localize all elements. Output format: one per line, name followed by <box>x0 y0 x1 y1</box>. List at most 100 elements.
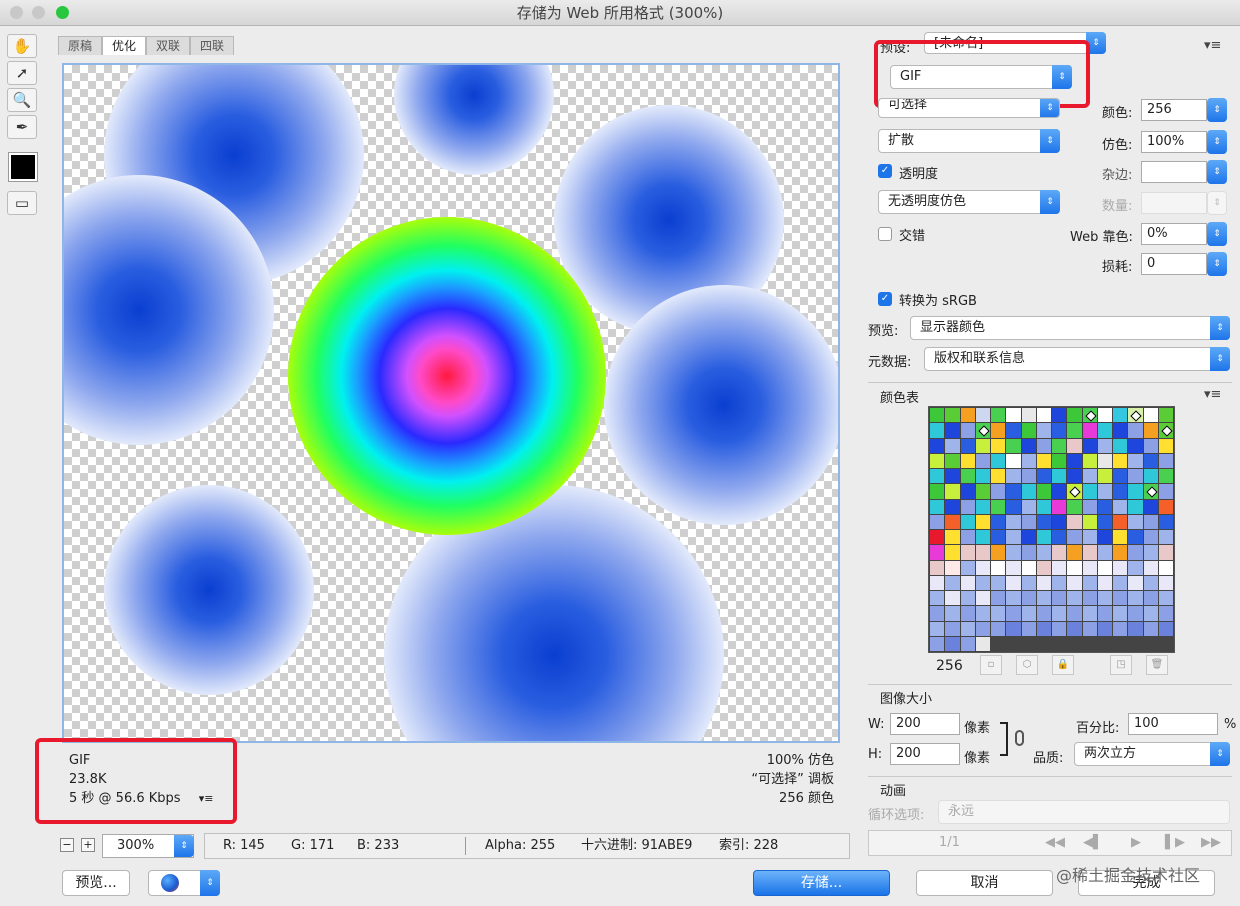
palette-color-cell[interactable] <box>1006 530 1021 545</box>
palette-color-cell[interactable] <box>991 484 1006 499</box>
palette-color-cell[interactable] <box>1158 469 1173 484</box>
palette-color-cell[interactable] <box>991 560 1006 575</box>
palette-color-cell[interactable] <box>1021 575 1036 590</box>
palette-color-cell[interactable] <box>1036 469 1051 484</box>
palette-color-cell[interactable] <box>1128 621 1143 636</box>
transparency-checkbox[interactable]: ✓ <box>878 164 892 178</box>
palette-color-cell[interactable] <box>1021 484 1036 499</box>
preview-select[interactable]: 显示器颜色 ⇕ <box>910 316 1230 340</box>
preview-in-browser-button[interactable]: 预览... <box>62 870 130 896</box>
palette-color-cell[interactable] <box>991 545 1006 560</box>
palette-color-cell[interactable] <box>945 408 960 423</box>
palette-color-cell[interactable] <box>960 530 975 545</box>
eyedropper-color-swatch[interactable] <box>8 152 38 182</box>
palette-color-cell[interactable] <box>1082 591 1097 606</box>
palette-color-cell[interactable] <box>991 530 1006 545</box>
image-preview-canvas[interactable] <box>62 63 840 743</box>
palette-color-cell[interactable] <box>1113 560 1128 575</box>
map-transparent-icon[interactable]: ▫ <box>980 655 1002 675</box>
palette-color-cell[interactable] <box>1128 530 1143 545</box>
palette-color-cell[interactable] <box>930 438 945 453</box>
palette-color-cell[interactable] <box>975 423 990 438</box>
web-shift-icon[interactable]: ⬡ <box>1016 655 1038 675</box>
reduction-select[interactable]: 可选择 ⇕ <box>878 98 1060 118</box>
palette-color-cell[interactable] <box>1036 499 1051 514</box>
palette-color-cell[interactable] <box>1143 469 1158 484</box>
palette-color-cell[interactable] <box>1052 591 1067 606</box>
palette-color-cell[interactable] <box>1036 484 1051 499</box>
palette-color-cell[interactable] <box>1097 453 1112 468</box>
palette-color-cell[interactable] <box>975 514 990 529</box>
palette-color-cell[interactable] <box>1082 423 1097 438</box>
palette-color-cell[interactable] <box>1113 423 1128 438</box>
palette-color-cell[interactable] <box>945 499 960 514</box>
palette-color-cell[interactable] <box>1067 499 1082 514</box>
palette-color-cell[interactable] <box>991 606 1006 621</box>
palette-color-cell[interactable] <box>991 408 1006 423</box>
palette-color-cell[interactable] <box>1021 423 1036 438</box>
palette-color-cell[interactable] <box>1052 575 1067 590</box>
palette-color-cell[interactable] <box>1052 560 1067 575</box>
palette-color-cell[interactable] <box>991 438 1006 453</box>
palette-color-cell[interactable] <box>1036 408 1051 423</box>
palette-color-cell[interactable] <box>960 575 975 590</box>
zoom-level-select[interactable]: 300% ⇕ <box>102 834 194 858</box>
palette-color-cell[interactable] <box>1082 530 1097 545</box>
palette-color-cell[interactable] <box>1113 621 1128 636</box>
palette-color-cell[interactable] <box>1006 560 1021 575</box>
palette-color-cell[interactable] <box>1113 591 1128 606</box>
palette-color-cell[interactable] <box>1128 423 1143 438</box>
palette-color-cell[interactable] <box>975 453 990 468</box>
palette-color-cell[interactable] <box>930 408 945 423</box>
palette-color-cell[interactable] <box>960 499 975 514</box>
palette-color-cell[interactable] <box>1052 453 1067 468</box>
palette-color-cell[interactable] <box>975 636 990 651</box>
palette-color-cell[interactable] <box>975 408 990 423</box>
palette-color-cell[interactable] <box>1143 423 1158 438</box>
palette-color-cell[interactable] <box>1021 530 1036 545</box>
palette-color-cell[interactable] <box>1036 545 1051 560</box>
lossy-stepper-icon[interactable]: ⇕ <box>1207 252 1227 276</box>
dither-algorithm-select[interactable]: 扩散 ⇕ <box>878 129 1060 153</box>
palette-color-cell[interactable] <box>1082 621 1097 636</box>
palette-color-cell[interactable] <box>1128 514 1143 529</box>
palette-color-cell[interactable] <box>1006 545 1021 560</box>
palette-color-cell[interactable] <box>1143 606 1158 621</box>
websnap-input[interactable]: 0% <box>1141 223 1207 245</box>
palette-color-cell[interactable] <box>1143 408 1158 423</box>
palette-color-cell[interactable] <box>1006 621 1021 636</box>
palette-color-cell[interactable] <box>1036 514 1051 529</box>
tab-4-up[interactable]: 四联 <box>190 36 235 55</box>
palette-color-cell[interactable] <box>930 514 945 529</box>
palette-color-cell[interactable] <box>1082 560 1097 575</box>
palette-color-cell[interactable] <box>1128 591 1143 606</box>
palette-color-cell[interactable] <box>1021 453 1036 468</box>
palette-color-cell[interactable] <box>1006 469 1021 484</box>
palette-color-cell[interactable] <box>1036 560 1051 575</box>
palette-color-cell[interactable] <box>1021 545 1036 560</box>
palette-color-cell[interactable] <box>1097 484 1112 499</box>
palette-color-cell[interactable] <box>1067 408 1082 423</box>
hand-tool-icon[interactable]: ✋ <box>7 34 37 58</box>
palette-color-cell[interactable] <box>960 408 975 423</box>
palette-color-cell[interactable] <box>1052 621 1067 636</box>
palette-color-cell[interactable] <box>1036 591 1051 606</box>
palette-color-cell[interactable] <box>960 469 975 484</box>
lossy-input[interactable]: 0 <box>1141 253 1207 275</box>
color-table-grid[interactable] <box>928 406 1175 653</box>
palette-color-cell[interactable] <box>1052 484 1067 499</box>
settings-menu-icon[interactable]: ▾≡ <box>1204 38 1221 53</box>
palette-color-cell[interactable] <box>1006 408 1021 423</box>
width-input[interactable]: 200 <box>890 713 960 735</box>
palette-color-cell[interactable] <box>1052 545 1067 560</box>
tab-optimized[interactable]: 优化 <box>102 36 147 55</box>
palette-color-cell[interactable] <box>1113 453 1128 468</box>
palette-color-cell[interactable] <box>1021 621 1036 636</box>
palette-color-cell[interactable] <box>1036 530 1051 545</box>
palette-color-cell[interactable] <box>991 423 1006 438</box>
palette-color-cell[interactable] <box>1067 575 1082 590</box>
palette-color-cell[interactable] <box>1006 423 1021 438</box>
palette-color-cell[interactable] <box>1067 545 1082 560</box>
palette-color-cell[interactable] <box>1113 514 1128 529</box>
interlaced-checkbox[interactable] <box>878 227 892 241</box>
